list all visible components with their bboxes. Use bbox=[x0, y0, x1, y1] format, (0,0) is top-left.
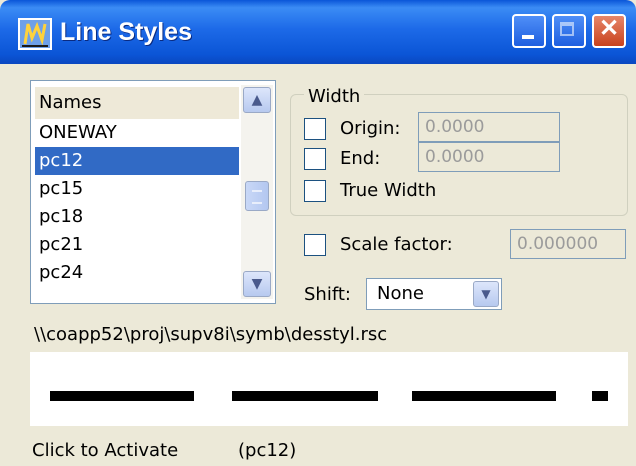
shift-value: None bbox=[377, 283, 424, 304]
title-bar[interactable]: Line Styles ✕ bbox=[0, 0, 636, 64]
width-group-title: Width bbox=[304, 86, 365, 107]
shift-label: Shift: bbox=[304, 284, 351, 305]
end-checkbox[interactable] bbox=[304, 148, 326, 170]
minimize-button[interactable] bbox=[512, 14, 546, 48]
origin-label: Origin: bbox=[340, 118, 401, 139]
scale-factor-checkbox[interactable] bbox=[304, 234, 326, 256]
status-current-style: (pc12) bbox=[238, 440, 297, 461]
origin-checkbox[interactable] bbox=[304, 118, 326, 140]
list-header: Names bbox=[35, 87, 239, 119]
scroll-thumb[interactable] bbox=[245, 181, 269, 211]
scroll-down-button[interactable]: ▼ bbox=[243, 271, 271, 297]
maximize-button[interactable] bbox=[552, 14, 586, 48]
list-item[interactable]: pc18 bbox=[35, 203, 239, 231]
scroll-up-button[interactable]: ▲ bbox=[243, 87, 271, 113]
list-item[interactable]: pc15 bbox=[35, 175, 239, 203]
shift-select[interactable]: None ▼ bbox=[366, 278, 502, 310]
list-item[interactable]: ONEWAY bbox=[35, 119, 239, 147]
preview-dash bbox=[412, 391, 556, 401]
scale-factor-field[interactable]: 0.000000 bbox=[510, 229, 626, 259]
preview-dash bbox=[592, 391, 608, 401]
resource-path: \\coapp52\proj\supv8i\symb\desstyl.rsc bbox=[34, 324, 388, 345]
line-style-preview bbox=[30, 352, 628, 426]
shift-dropdown-button[interactable]: ▼ bbox=[473, 281, 499, 307]
preview-dash bbox=[232, 391, 378, 401]
chevron-down-icon: ▼ bbox=[251, 276, 263, 292]
window-title: Line Styles bbox=[60, 18, 192, 46]
true-width-label: True Width bbox=[340, 180, 437, 201]
names-listbox[interactable]: Names ONEWAY pc12 pc15 pc18 pc21 pc24 ▲ … bbox=[30, 80, 276, 304]
list-item[interactable]: pc24 bbox=[35, 259, 239, 287]
status-message: Click to Activate bbox=[32, 440, 179, 461]
list-items: ONEWAY pc12 pc15 pc18 pc21 pc24 bbox=[35, 119, 239, 287]
true-width-checkbox[interactable] bbox=[304, 180, 326, 202]
close-icon: ✕ bbox=[598, 15, 620, 42]
list-item[interactable]: pc21 bbox=[35, 231, 239, 259]
list-item-selected[interactable]: pc12 bbox=[35, 147, 239, 175]
preview-dash bbox=[50, 391, 194, 401]
line-styles-dialog: Line Styles ✕ Names ONEWAY pc12 pc15 pc1… bbox=[0, 0, 636, 466]
end-label: End: bbox=[340, 148, 381, 169]
chevron-up-icon: ▲ bbox=[251, 92, 263, 108]
vertical-scrollbar[interactable]: ▲ ▼ bbox=[241, 85, 273, 299]
chevron-down-icon: ▼ bbox=[481, 287, 491, 301]
close-button[interactable]: ✕ bbox=[592, 14, 626, 48]
origin-field[interactable]: 0.0000 bbox=[418, 112, 560, 142]
scale-factor-label: Scale factor: bbox=[340, 234, 453, 255]
app-icon bbox=[18, 18, 52, 50]
end-field[interactable]: 0.0000 bbox=[418, 142, 560, 172]
